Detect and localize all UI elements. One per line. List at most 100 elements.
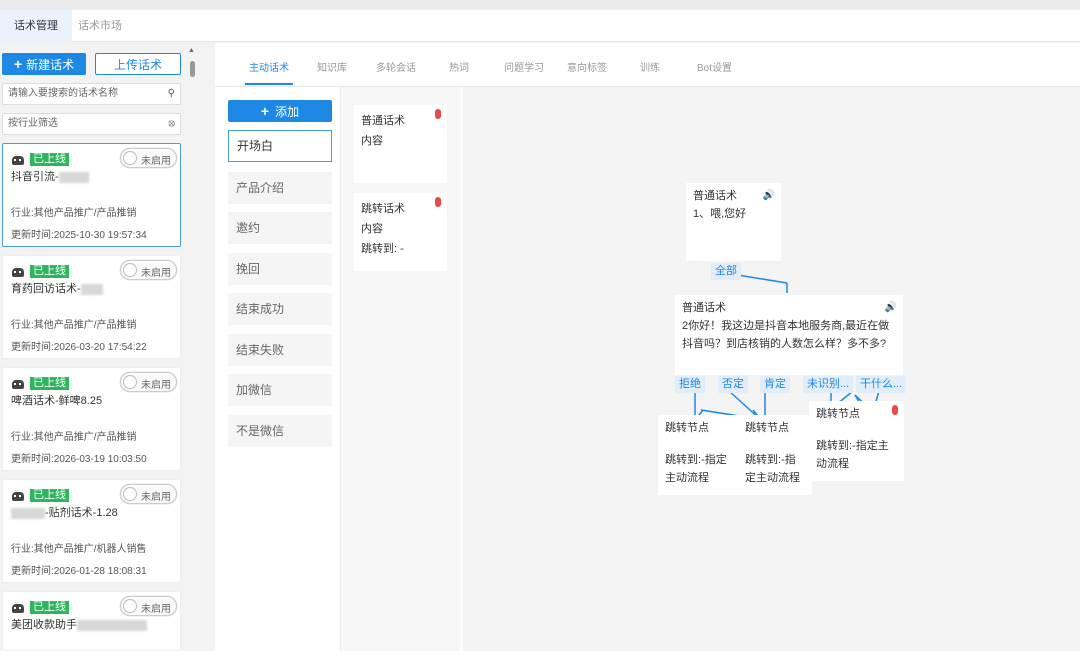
scroll-up-icon[interactable]: ▲ bbox=[188, 47, 195, 54]
subtab-multi-turn[interactable]: 多轮会话 bbox=[376, 59, 416, 74]
category-item[interactable]: 邀约 bbox=[228, 212, 332, 244]
script-card[interactable]: 已上线 未启用 啤酒话术-鲜啤8.25 行业:其他产品推广/产品推销 更新时间:… bbox=[2, 367, 181, 471]
top-tabs: 话术管理 话术市场 bbox=[0, 10, 1080, 42]
subtab-bot-settings[interactable]: Bot设置 bbox=[697, 59, 732, 74]
main-panel: 主动话术 知识库 多轮会话 热词 问题学习 意向标签 训练 Bot设置 + 添加 … bbox=[215, 43, 1080, 651]
update-time: 更新时间:2026-01-28 18:08:31 bbox=[11, 566, 147, 577]
script-card[interactable]: 已上线 未启用 抖音引流- 行业:其他产品推广/产品推销 更新时间:2025-1… bbox=[2, 143, 181, 247]
industry-filter[interactable]: 按行业筛选 ⦻ bbox=[2, 113, 181, 135]
plus-icon: + bbox=[260, 103, 270, 119]
branch-chip[interactable]: 全部 bbox=[711, 263, 741, 280]
tab-script-management[interactable]: 话术管理 bbox=[0, 10, 72, 42]
subtab-question-learning[interactable]: 问题学习 bbox=[504, 59, 544, 74]
subtab-intent-tags[interactable]: 意向标签 bbox=[567, 59, 607, 74]
flow-jump-node[interactable]: 跳转节点 跳转到:-指定主动流程 bbox=[658, 415, 738, 495]
branch-chip[interactable]: 未识别... bbox=[803, 376, 854, 393]
subtab-active-script[interactable]: 主动话术 bbox=[249, 59, 289, 74]
card-content: 内容 bbox=[361, 135, 383, 147]
flow-canvas[interactable]: 🔊 普通话术 1、喂,您好 全部 🔊 普通话术 2你好！我这边是抖音本地服务商,… bbox=[463, 87, 1080, 651]
script-name-text: 育药回访话术- bbox=[11, 283, 81, 295]
new-script-label: 新建话术 bbox=[26, 57, 75, 72]
toggle-knob bbox=[123, 487, 137, 501]
enable-toggle[interactable]: 未启用 bbox=[120, 484, 177, 504]
category-item[interactable]: 不是微信 bbox=[228, 415, 332, 447]
upload-script-button[interactable]: 上传话术 bbox=[95, 53, 181, 75]
new-script-button[interactable]: + 新建话术 bbox=[2, 53, 86, 75]
branch-chip[interactable]: 干什么... bbox=[856, 376, 907, 393]
script-template-card[interactable]: 跳转话术 内容 跳转到: - bbox=[354, 193, 447, 271]
node-text: 跳转到:-指定主动流程 bbox=[665, 454, 727, 484]
branch-chip[interactable]: 拒绝 bbox=[675, 376, 705, 393]
redacted-text bbox=[77, 619, 147, 631]
microphone-icon bbox=[892, 405, 898, 415]
card-content: 内容 bbox=[361, 223, 383, 235]
category-item[interactable]: 挽回 bbox=[228, 253, 332, 285]
toggle-label: 未启用 bbox=[141, 604, 171, 615]
category-item[interactable]: 开场白 bbox=[228, 130, 332, 162]
category-item[interactable]: 结束成功 bbox=[228, 293, 332, 325]
toggle-label: 未启用 bbox=[141, 492, 171, 503]
enable-toggle[interactable]: 未启用 bbox=[120, 372, 177, 392]
update-time: 更新时间:2025-10-30 19:57:34 bbox=[11, 230, 147, 241]
flow-jump-node[interactable]: 跳转节点 跳转到:-指定主动流程 bbox=[809, 401, 904, 481]
robot-icon bbox=[12, 380, 24, 389]
status-badge: 已上线 bbox=[30, 153, 69, 166]
script-name: 美团收款助手 bbox=[11, 616, 147, 632]
subtab-training[interactable]: 训练 bbox=[640, 59, 660, 74]
redacted-text bbox=[11, 507, 45, 519]
scroll-thumb[interactable] bbox=[190, 61, 195, 77]
robot-icon bbox=[12, 156, 24, 165]
robot-icon bbox=[12, 492, 24, 501]
robot-icon bbox=[12, 268, 24, 277]
script-card[interactable]: 已上线 未启用 美团收款助手 bbox=[2, 591, 181, 651]
speaker-icon: 🔊 bbox=[884, 302, 897, 313]
toggle-knob bbox=[123, 263, 137, 277]
script-name-text: -贴剂话术-1.28 bbox=[45, 507, 118, 519]
search-placeholder: 请输入要搜索的话术名称 bbox=[8, 88, 118, 99]
toggle-label: 未启用 bbox=[141, 156, 171, 167]
branch-chip[interactable]: 否定 bbox=[718, 376, 748, 393]
add-category-button[interactable]: + 添加 bbox=[228, 100, 332, 122]
status-badge: 已上线 bbox=[30, 265, 69, 278]
enable-toggle[interactable]: 未启用 bbox=[120, 148, 177, 168]
search-icon[interactable]: ⚲ bbox=[168, 84, 175, 104]
script-card[interactable]: 已上线 未启用 -贴剂话术-1.28 行业:其他产品推广/机器人销售 更新时间:… bbox=[2, 479, 181, 583]
flow-jump-node[interactable]: 跳转节点 跳转到:-指定主动流程 bbox=[738, 415, 812, 495]
subtab-hot-words[interactable]: 热词 bbox=[449, 59, 469, 74]
redacted-text bbox=[80, 283, 103, 295]
subtab-knowledge-base[interactable]: 知识库 bbox=[317, 59, 347, 74]
add-label: 添加 bbox=[275, 104, 300, 119]
enable-toggle[interactable]: 未启用 bbox=[120, 260, 177, 280]
update-time: 更新时间:2026-03-20 17:54:22 bbox=[11, 342, 147, 353]
category-item[interactable]: 产品介绍 bbox=[228, 172, 332, 204]
redacted-text bbox=[58, 171, 89, 183]
script-industry: 行业:其他产品推广/产品推销 bbox=[11, 208, 137, 219]
node-title: 普通话术 bbox=[682, 302, 726, 314]
card-title: 普通话术 bbox=[361, 115, 405, 127]
search-input[interactable]: 请输入要搜索的话术名称 ⚲ bbox=[2, 83, 181, 105]
toggle-label: 未启用 bbox=[141, 380, 171, 391]
list-scrollbar[interactable]: ▲ bbox=[187, 47, 197, 647]
script-name: 啤酒话术-鲜啤8.25 bbox=[11, 395, 103, 407]
category-item[interactable]: 加微信 bbox=[228, 374, 332, 406]
card-title: 跳转话术 bbox=[361, 203, 405, 215]
plus-icon: + bbox=[13, 56, 23, 72]
robot-icon bbox=[12, 604, 24, 613]
top-strip bbox=[0, 0, 1080, 10]
script-industry: 行业:其他产品推广/机器人销售 bbox=[11, 544, 147, 555]
branch-chip[interactable]: 肯定 bbox=[760, 376, 790, 393]
script-industry: 行业:其他产品推广/产品推销 bbox=[11, 432, 137, 443]
category-item[interactable]: 结束失败 bbox=[228, 334, 332, 366]
node-text: 跳转到:-指定主动流程 bbox=[745, 454, 800, 484]
script-name-text: 美团收款助手 bbox=[11, 619, 77, 631]
flow-node-intro[interactable]: 🔊 普通话术 2你好！我这边是抖音本地服务商,最近在做抖音吗？到店核销的人数怎么… bbox=[675, 295, 903, 375]
toggle-knob bbox=[123, 151, 137, 165]
tab-script-market[interactable]: 话术市场 bbox=[64, 10, 136, 42]
script-card[interactable]: 已上线 未启用 育药回访话术- 行业:其他产品推广/产品推销 更新时间:2026… bbox=[2, 255, 181, 359]
script-template-card[interactable]: 普通话术 内容 bbox=[354, 105, 447, 183]
node-text: 跳转到:-指定主动流程 bbox=[816, 440, 889, 470]
node-text: 1、喂,您好 bbox=[693, 208, 747, 220]
enable-toggle[interactable]: 未启用 bbox=[120, 596, 177, 616]
flow-node-opening[interactable]: 🔊 普通话术 1、喂,您好 bbox=[686, 183, 781, 261]
clear-icon[interactable]: ⦻ bbox=[168, 114, 175, 134]
